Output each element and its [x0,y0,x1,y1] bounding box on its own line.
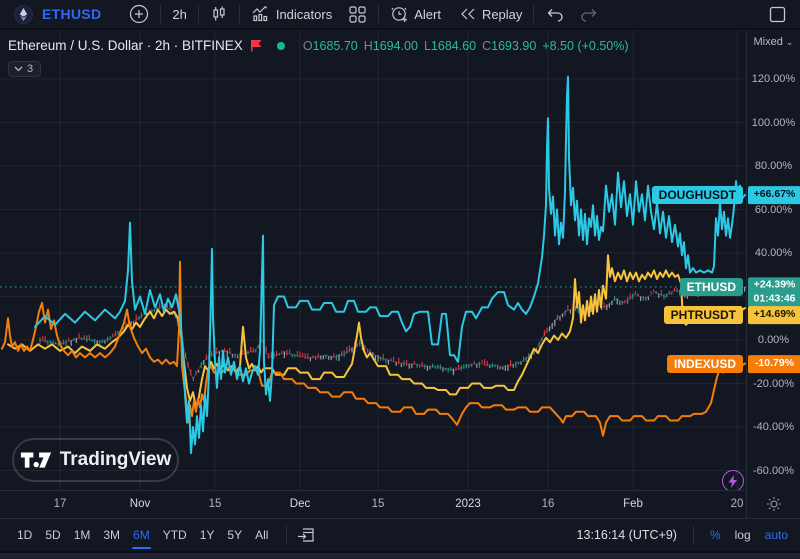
alarm-plus-icon [390,5,409,24]
undo-icon[interactable] [545,6,565,22]
market-status-icon[interactable] [276,41,286,51]
time-axis-tick: Feb [623,498,643,510]
price-label: +14.69% [748,306,800,324]
boost-lightning-button[interactable] [722,470,744,492]
price-label: +66.67% [748,186,800,204]
time-axis-tick: 2023 [455,498,481,510]
indicators-label: Indicators [276,7,332,22]
range-button-1y[interactable]: 1Y [195,526,220,544]
series-label-ethusd[interactable]: ETHUSD [680,278,743,296]
range-button-ytd[interactable]: YTD [158,526,192,544]
price-label: +24.39%01:43:46 [748,278,800,307]
time-axis-tick: 20 [731,498,744,510]
theme-sun-icon[interactable] [747,496,800,512]
chart-pane[interactable]: Ethereum / U.S. Dollar · 2h · BITFINEX O… [0,30,746,490]
price-scale-tick: -60.00% [747,465,800,477]
series-label-doughusdt[interactable]: DOUGHUSDT [652,186,743,204]
log-scale-button[interactable]: log [735,528,751,542]
fullscreen-icon[interactable] [769,6,786,23]
range-button-all[interactable]: All [250,526,273,544]
price-scale-tick: 100.00% [747,117,800,129]
open-value: O1685.70 [303,39,358,53]
compare-add-icon[interactable] [129,4,149,24]
flag-icon[interactable] [250,39,263,52]
replay-button[interactable]: Replay [459,6,522,22]
tradingview-app: ETHUSD 2h Indicators Alert [0,0,800,559]
time-axis-tick: 17 [54,498,67,510]
time-axis-tick: 15 [209,498,222,510]
low-value: L1684.60 [424,39,476,53]
time-axis-tick: Dec [290,498,310,510]
high-value: H1694.00 [364,39,418,53]
go-to-date-icon[interactable] [297,527,316,544]
symbol-legend: Ethereum / U.S. Dollar · 2h · BITFINEX O… [8,38,629,53]
toolbar-separator [533,5,534,23]
toolbar-separator [378,5,379,23]
toolbar-separator [693,526,694,544]
ohlc-values: O1685.70 H1694.00 L1684.60 C1693.90 +8.5… [303,39,629,53]
price-scale-tick: 60.00% [747,204,800,216]
series-label-indexusd[interactable]: INDEXUSD [667,355,743,373]
change-value: +8.50 (+0.50%) [542,39,628,53]
grid-layout-icon[interactable] [348,5,367,24]
range-buttons: 1D5D1M3M6MYTD1Y5YAll [12,526,276,544]
price-scale-tick: 40.00% [747,247,800,259]
symbol-button[interactable]: ETHUSD [42,6,101,22]
price-scale-tick: 80.00% [747,160,800,172]
toolbar-separator [286,526,287,544]
range-button-1m[interactable]: 1M [69,526,96,544]
close-value: C1693.90 [482,39,536,53]
replay-label: Replay [482,7,522,22]
objects-count: 3 [27,63,33,75]
toolbar-separator [160,5,161,23]
price-label: -10.79% [748,355,800,373]
time-axis[interactable]: 17 Nov 15 Dec 15 2023 16 Feb 20 [0,490,746,518]
toolbar-separator [198,5,199,23]
chart-style-icon[interactable] [210,5,228,23]
time-axis-tick: 15 [372,498,385,510]
price-scale-tick: 120.00% [747,73,800,85]
window-bottom-strip [0,551,800,559]
series-label-phtrusdt[interactable]: PHTRUSDT [664,306,743,324]
alert-button[interactable]: Alert [390,5,441,24]
tradingview-logo-icon [20,451,52,470]
rewind-icon [459,6,477,22]
percent-scale-button[interactable]: % [710,528,721,542]
price-scale-mode[interactable]: Mixed ⌄ [747,36,800,48]
range-button-1d[interactable]: 1D [12,526,37,544]
tradingview-watermark-label: TradingView [60,449,172,471]
range-button-5d[interactable]: 5D [40,526,65,544]
eth-logo-icon[interactable] [14,5,33,24]
chart-plot [0,30,746,490]
object-tree-button[interactable]: 3 [8,61,41,77]
redo-icon[interactable] [579,6,599,22]
price-scale[interactable]: Mixed ⌄ 120.00% 100.00% 80.00% 60.00% 40.00%… [746,30,800,518]
auto-scale-button[interactable]: auto [765,528,788,542]
clock-display[interactable]: 13:16:14 (UTC+9) [577,528,677,542]
chevron-down-icon [14,66,23,72]
range-button-5y[interactable]: 5Y [222,526,247,544]
indicators-button[interactable]: Indicators [251,5,332,23]
indicators-icon [251,5,271,23]
price-scale-tick: 0.00% [747,334,800,346]
chevron-down-icon: ⌄ [786,37,794,47]
bottom-toolbar: 1D5D1M3M6MYTD1Y5YAll 13:16:14 (UTC+9) % … [0,518,800,551]
interval-button[interactable]: 2h [172,7,186,22]
price-scale-tick: -40.00% [747,421,800,433]
lightning-icon [728,475,738,488]
price-scale-tick: -20.00% [747,378,800,390]
tradingview-watermark[interactable]: TradingView [12,438,179,482]
top-toolbar: ETHUSD 2h Indicators Alert [0,0,800,30]
alert-label: Alert [414,7,441,22]
toolbar-separator [239,5,240,23]
time-axis-tick: 16 [542,498,555,510]
time-axis-tick: Nov [130,498,150,510]
range-button-6m[interactable]: 6M [128,526,155,544]
symbol-description[interactable]: Ethereum / U.S. Dollar · 2h · BITFINEX [8,38,243,53]
range-button-3m[interactable]: 3M [98,526,125,544]
